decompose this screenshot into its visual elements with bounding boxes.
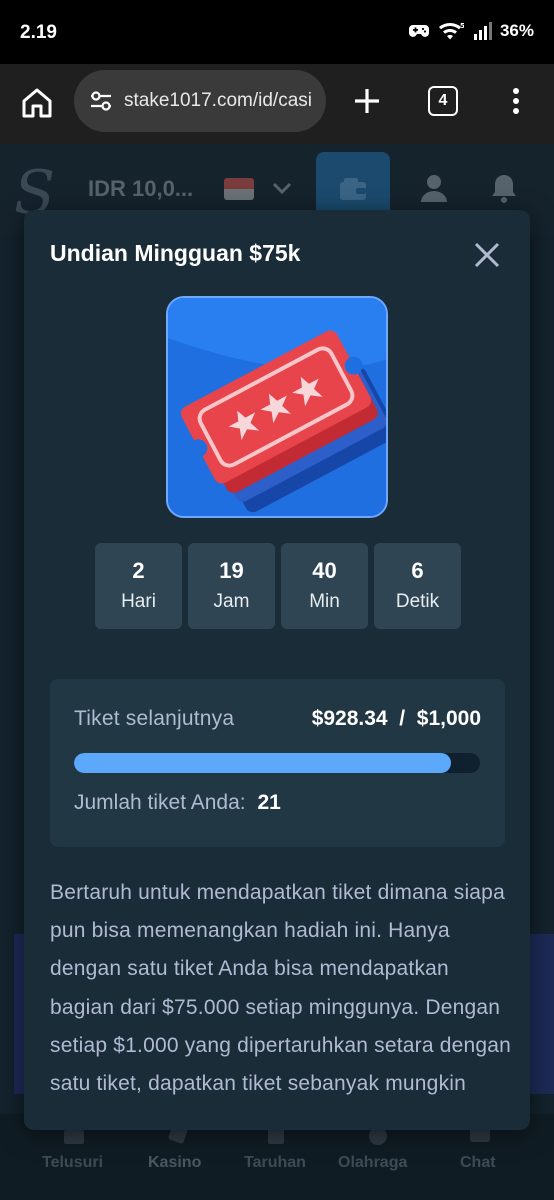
tabs-count-button[interactable]: 4 <box>428 86 458 116</box>
status-icons: 5 36% <box>408 21 534 41</box>
raffle-description: Bertaruh untuk mendapatkan tiket dimana … <box>50 881 512 1096</box>
countdown-value: 6 <box>411 557 424 583</box>
game-controller-icon <box>408 25 429 37</box>
raffle-ticket-image <box>166 296 388 518</box>
countdown-unit: Detik <box>395 591 440 613</box>
ticket-icon <box>168 298 386 516</box>
modal-title: Undian Mingguan $75k <box>50 240 301 266</box>
ticket-count-value: 21 <box>257 791 281 814</box>
bottom-nav-kasino: Kasino <box>148 1154 202 1171</box>
site-settings-icon[interactable] <box>88 88 114 114</box>
svg-text:5: 5 <box>460 22 464 30</box>
countdown-seconds: 6 Detik <box>374 543 461 629</box>
browser-toolbar: stake1017.com/id/casi 4 <box>0 64 554 144</box>
countdown-timer: 2 Hari 19 Jam 40 Min 6 Detik <box>95 543 461 629</box>
bottom-nav-olahraga: Olahraga <box>338 1154 408 1171</box>
wallet-icon <box>340 178 366 200</box>
countdown-value: 40 <box>312 557 337 583</box>
url-text: stake1017.com/id/casi <box>124 90 312 111</box>
user-icon <box>421 175 447 202</box>
countdown-value: 2 <box>132 557 145 583</box>
countdown-unit: Jam <box>213 591 250 613</box>
ticket-count-row: Jumlah tiket Anda: 21 <box>74 791 281 815</box>
battery-level: 36% <box>499 21 534 40</box>
bottom-nav-chat: Chat <box>460 1154 496 1171</box>
progress-bar <box>74 753 480 773</box>
ticket-count-label: Jumlah tiket Anda: <box>74 791 246 814</box>
wifi-icon: 5 <box>438 22 464 40</box>
plus-icon[interactable] <box>350 84 384 118</box>
bottom-nav-telusuri: Telusuri <box>42 1154 104 1171</box>
weekly-raffle-modal: Undian Mingguan $75k 2 Hari 19 Jam 40 Mi… <box>24 210 530 1130</box>
next-ticket-label: Tiket selanjutnya <box>74 707 235 730</box>
countdown-unit: Hari <box>121 591 156 613</box>
more-vert-icon[interactable] <box>504 84 528 118</box>
home-icon[interactable] <box>20 86 54 120</box>
flag-icon <box>224 178 254 200</box>
status-bar: 2.19 5 36% <box>0 0 554 64</box>
chevron-down-icon <box>272 182 292 195</box>
next-ticket-value: $928.34 / $1,000 <box>311 707 481 730</box>
countdown-minutes: 40 Min <box>281 543 368 629</box>
countdown-hours: 19 Jam <box>188 543 275 629</box>
ticket-progress-card: Tiket selanjutnya $928.34 / $1,000 Jumla… <box>50 679 505 847</box>
countdown-days: 2 Hari <box>95 543 182 629</box>
countdown-value: 19 <box>219 557 244 583</box>
close-icon[interactable] <box>470 238 504 272</box>
countdown-unit: Min <box>309 591 340 613</box>
progress-bar-fill <box>74 753 451 773</box>
status-time: 2.19 <box>20 22 57 43</box>
bottom-nav-taruhan: Taruhan <box>244 1154 306 1171</box>
bell-icon <box>492 175 516 203</box>
balance-display: IDR 10,0... <box>88 176 194 201</box>
address-bar[interactable]: stake1017.com/id/casi <box>74 70 326 132</box>
signal-icon <box>473 22 492 40</box>
